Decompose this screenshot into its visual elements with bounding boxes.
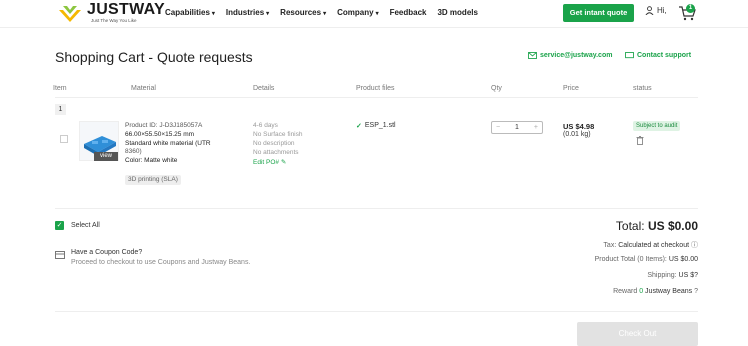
lead-time: 4-6 days — [253, 122, 278, 129]
user-menu[interactable]: Hi, — [645, 6, 667, 15]
surface-finish: No Surface finish — [253, 131, 303, 138]
logo-mark-icon — [59, 6, 81, 22]
status-badge: Subject to audit — [633, 121, 681, 131]
logo-tagline: Just The Way You Like — [91, 18, 137, 23]
nav-capabilities[interactable]: Capabilities ▾ — [165, 8, 215, 17]
edit-icon: ✎ — [280, 159, 287, 166]
user-icon — [645, 6, 654, 15]
attachments: No attachments — [253, 149, 299, 156]
material-color: Color: Matte white — [125, 157, 178, 164]
divider — [55, 208, 698, 209]
product-file[interactable]: ✓ ESP_1.stl — [356, 122, 396, 130]
coupon-subtitle: Proceed to checkout to use Coupons and J… — [71, 259, 251, 266]
col-header-product-files: Product files — [356, 85, 395, 92]
page-title: Shopping Cart - Quote requests — [55, 49, 253, 65]
check-icon: ✓ — [356, 123, 362, 130]
col-header-status: status — [633, 85, 652, 92]
description: No description — [253, 140, 295, 147]
coupon-icon — [55, 251, 65, 259]
divider — [55, 311, 698, 312]
instant-quote-button[interactable]: Get intant quote — [563, 4, 634, 22]
qty-increase-button[interactable]: + — [534, 124, 538, 131]
col-header-price: Price — [563, 85, 579, 92]
chat-icon — [625, 52, 634, 59]
chevron-down-icon: ▾ — [211, 11, 215, 17]
help-icon[interactable]: ? — [694, 288, 698, 295]
chevron-down-icon: ▾ — [375, 11, 379, 17]
cart-count-badge: 1 — [686, 4, 695, 13]
shipping-line: Shipping: US $? — [647, 272, 698, 279]
trash-icon[interactable] — [636, 136, 644, 145]
product-id: Product ID: J-D3J185057A — [125, 122, 203, 129]
material-code: 8360) — [125, 148, 142, 155]
nav-feedback[interactable]: Feedback — [390, 8, 427, 17]
group-number: 1 — [55, 104, 66, 115]
tax-line: Tax: Calculated at checkout ⓘ — [603, 242, 698, 249]
justway-logo[interactable]: JUSTWAY Just The Way You Like — [55, 0, 165, 28]
product-total-line: Product Total (0 Items): US $0.00 — [594, 256, 698, 263]
nav-industries[interactable]: Industries ▾ — [226, 8, 269, 17]
select-all-checkbox[interactable]: ✓ — [55, 221, 64, 230]
qty-decrease-button[interactable]: − — [496, 124, 500, 131]
service-email-link[interactable]: service@justway.com — [528, 52, 612, 59]
contact-support-link[interactable]: Contact support — [625, 52, 691, 59]
coupon-title: Have a Coupon Code? — [71, 249, 143, 256]
user-greeting: Hi, — [657, 6, 667, 15]
chevron-down-icon: ▾ — [323, 11, 327, 17]
row-checkbox[interactable] — [60, 135, 68, 143]
checkout-button[interactable]: Check Out — [577, 322, 698, 346]
qty-value[interactable]: 1 — [515, 124, 519, 131]
col-header-qty: Qty — [491, 85, 502, 92]
nav-company[interactable]: Company ▾ — [337, 8, 378, 17]
item-weight: (0.01 kg) — [563, 131, 591, 138]
col-header-item: Item — [53, 85, 67, 92]
item-price: US $4.98 — [563, 122, 595, 131]
top-header: JUSTWAY Just The Way You Like Capabiliti… — [0, 0, 748, 28]
edit-po-link[interactable]: Edit PO# ✎ — [253, 159, 286, 167]
nav-resources[interactable]: Resources ▾ — [280, 8, 326, 17]
file-name: ESP_1.stl — [364, 122, 396, 129]
select-all-label[interactable]: Select All — [71, 222, 100, 229]
main-nav: Capabilities ▾ Industries ▾ Resources ▾ Com… — [165, 8, 489, 17]
order-total: Total: US $0.00 — [615, 219, 698, 233]
logo-text: JUSTWAY — [87, 1, 165, 18]
chevron-down-icon: ▾ — [266, 11, 270, 17]
view-button[interactable]: view — [94, 152, 118, 161]
process-badge: 3D printing (SLA) — [125, 175, 181, 185]
divider — [55, 97, 698, 98]
quantity-stepper[interactable]: − 1 + — [491, 121, 543, 134]
info-icon[interactable]: ⓘ — [691, 242, 698, 249]
nav-3d-models[interactable]: 3D models — [437, 8, 477, 17]
col-header-details: Details — [253, 85, 275, 92]
col-header-material: Material — [131, 85, 156, 92]
mail-icon — [528, 52, 537, 59]
material-name: Standard white material (UTR — [125, 140, 211, 147]
reward-line: Reward 0 Justway Beans ? — [613, 288, 698, 295]
dimensions: 66.00×55.50×15.25 mm — [125, 131, 195, 138]
